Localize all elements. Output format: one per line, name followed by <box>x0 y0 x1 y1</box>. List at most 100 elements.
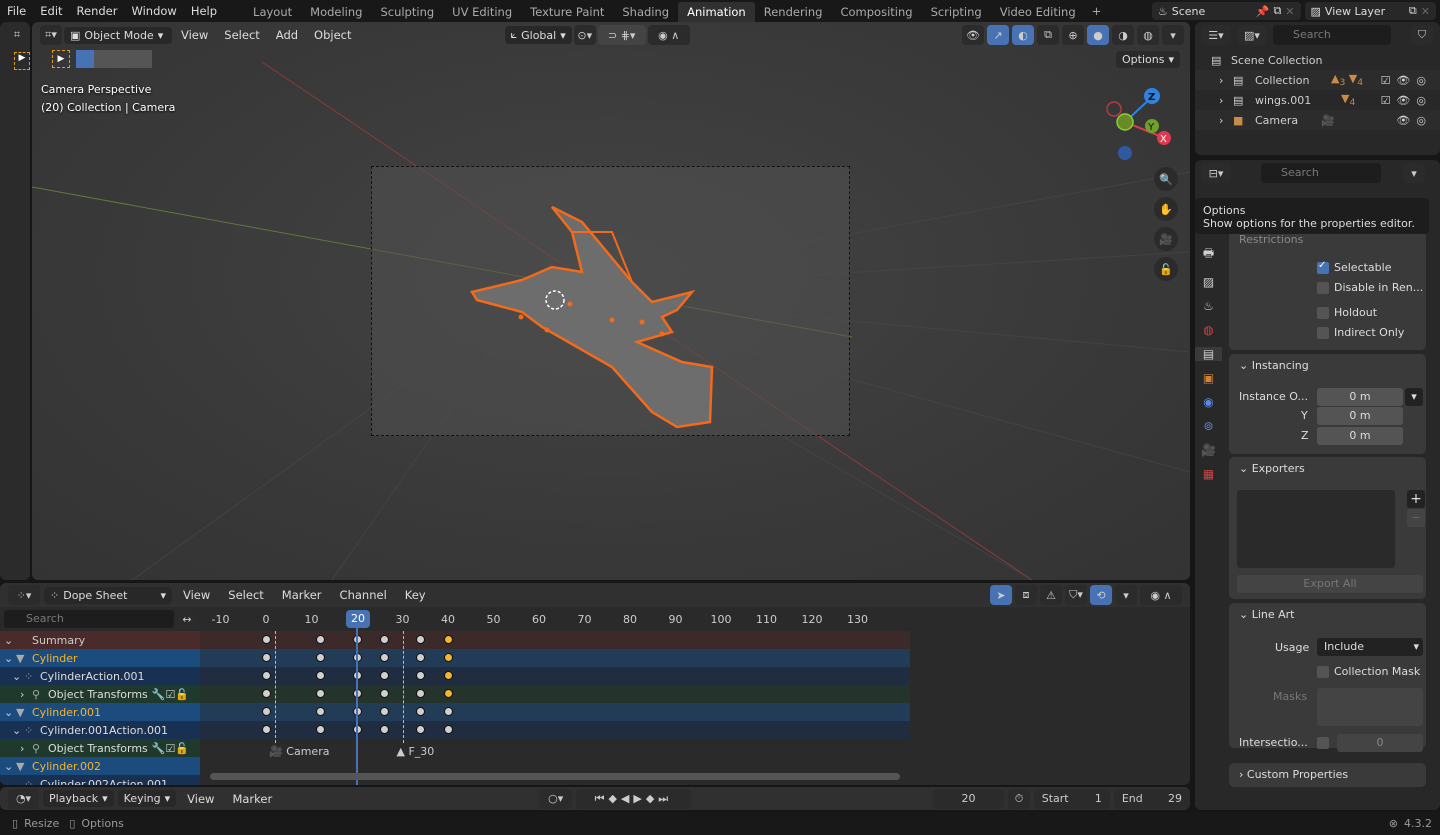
mode-selector[interactable]: ▣ Object Mode ▾ <box>64 26 172 44</box>
physics-tab-icon[interactable]: ◉ <box>1203 395 1213 409</box>
select-tool-icon[interactable]: ▶ <box>14 52 30 70</box>
camera-data-tab-icon[interactable]: 🎥 <box>1201 443 1216 457</box>
output-tab-icon[interactable]: 🖶 <box>1203 244 1214 265</box>
keyframe[interactable] <box>379 689 389 698</box>
visibility-toggles[interactable]: ☑👁◎ <box>1381 94 1440 107</box>
tab-sculpting[interactable]: Sculpting <box>371 2 443 22</box>
tab-modeling[interactable]: Modeling <box>301 2 371 22</box>
scene-selector[interactable]: ♨ Scene 📌 ⧉ ✕ <box>1151 2 1301 20</box>
intersection-checkbox[interactable] <box>1317 737 1329 749</box>
select-tool-icon[interactable]: ▶ <box>52 50 70 68</box>
3d-viewport[interactable]: ⌗▾ ▣ Object Mode ▾ View Select Add Object … <box>32 22 1190 580</box>
keyframe[interactable] <box>379 725 389 734</box>
chevron-down-icon[interactable]: ⌄ <box>12 724 24 737</box>
line-art-panel-header[interactable]: ⌄ Line Art <box>1239 608 1295 621</box>
keying-menu[interactable]: Keying ▾ <box>117 790 177 807</box>
menu-view[interactable]: View <box>174 28 215 42</box>
export-all-button[interactable]: Export All <box>1237 575 1423 593</box>
options-dropdown-icon[interactable]: ▾ <box>1403 163 1425 183</box>
add-exporter-button[interactable]: + <box>1407 490 1425 508</box>
collection-tab-icon[interactable]: ▤ <box>1195 347 1222 361</box>
menu-marker[interactable]: Marker <box>225 792 279 806</box>
menu-view[interactable]: View <box>176 588 217 602</box>
keyframe[interactable] <box>261 635 271 644</box>
tab-compositing[interactable]: Compositing <box>831 2 921 22</box>
channel-object[interactable]: ⌄ ▼ Cylinder.001 <box>0 703 200 721</box>
channel-object[interactable]: ⌄ ▼ Cylinder.002 <box>0 757 200 775</box>
menu-window[interactable]: Window <box>124 4 183 18</box>
wireframe-shading-icon[interactable]: ⊕ <box>1062 25 1084 45</box>
view-layer-tab-icon[interactable]: ▨ <box>1203 275 1214 289</box>
object-tab-icon[interactable]: ▣ <box>1203 371 1214 385</box>
channel-action[interactable]: ⌄ ⁘ Cylinder.001Action.001 <box>0 721 200 739</box>
only-selected-icon[interactable]: ➤ <box>990 585 1012 605</box>
playhead[interactable] <box>356 627 358 785</box>
modifier-wrench-icon[interactable]: 🔧☑🔓 <box>152 688 189 701</box>
keyframe[interactable] <box>261 725 271 734</box>
snap-icon[interactable]: ⊃ ⋕▾ <box>597 25 646 45</box>
tab-layout[interactable]: Layout <box>244 2 301 22</box>
start-frame-field[interactable]: Start 1 <box>1033 788 1110 809</box>
instance-offset-z-field[interactable]: 0 m <box>1317 427 1403 445</box>
constraints-tab-icon[interactable]: ⊚ <box>1203 419 1213 433</box>
channel-action[interactable]: ⌄ ⁘ Cylinder.002Action.001 <box>0 775 200 785</box>
editor-type-icon[interactable]: ⌗▾ <box>40 25 62 45</box>
outliner-item-collection[interactable]: › ▤ Collection ▲3 ▼4 ☑👁◎ <box>1195 70 1440 90</box>
chevron-down-icon[interactable]: ▾ <box>1405 388 1423 406</box>
chevron-down-icon[interactable]: ▾ <box>1162 25 1184 45</box>
chevron-down-icon[interactable]: ⌄ <box>4 706 16 719</box>
chevron-down-icon[interactable]: ⌄ <box>4 652 16 665</box>
keyframe[interactable] <box>379 653 389 662</box>
tab-video-editing[interactable]: Video Editing <box>991 2 1085 22</box>
horizontal-scrollbar[interactable] <box>210 773 900 780</box>
outliner-item-wings[interactable]: › ▤ wings.001 ▼4 ☑👁◎ <box>1195 90 1440 110</box>
outliner-scene-collection[interactable]: ▤ Scene Collection <box>1195 50 1440 70</box>
chevron-right-icon[interactable]: › <box>20 688 32 701</box>
keyframe[interactable] <box>443 653 453 662</box>
chevron-down-icon[interactable]: ⌄ <box>4 760 16 773</box>
chevron-right-icon[interactable]: › <box>20 742 32 755</box>
keyframe[interactable] <box>443 725 453 734</box>
collection-mask-checkbox[interactable] <box>1317 666 1329 678</box>
view-layer-selector[interactable]: ▨ View Layer ⧉ ✕ <box>1304 2 1436 20</box>
xray-icon[interactable]: ⧉ <box>1037 25 1059 45</box>
menu-render[interactable]: Render <box>70 4 125 18</box>
filter-icon[interactable]: ⛉▾ <box>1065 585 1087 605</box>
channel-search-input[interactable]: Search <box>4 610 174 628</box>
add-workspace-button[interactable]: + <box>1085 4 1109 18</box>
new-scene-icon[interactable]: ⧉ <box>1273 4 1281 18</box>
marker[interactable]: 🎥 Camera <box>269 745 329 758</box>
editor-type-icon[interactable]: ⁘▾ <box>8 585 40 605</box>
chevron-down-icon[interactable]: ⌄ <box>12 778 24 786</box>
close-icon[interactable]: ✕ <box>1421 5 1430 18</box>
camera-view-icon[interactable]: 🎥 <box>1154 227 1178 251</box>
menu-key[interactable]: Key <box>398 588 433 602</box>
navigation-gizmo[interactable]: Z YX <box>1100 84 1180 164</box>
pivot-icon[interactable]: ⊙▾ <box>573 25 596 45</box>
indirect-only-checkbox[interactable] <box>1317 327 1329 339</box>
visibility-toggles[interactable]: ☑👁◎ <box>1381 74 1440 87</box>
keyframe[interactable] <box>261 707 271 716</box>
select-modes-icon[interactable] <box>94 50 152 68</box>
pan-hand-icon[interactable]: ✋ <box>1154 197 1178 221</box>
channel-group[interactable]: › ⚲ Object Transforms 🔧☑🔓 <box>0 739 200 757</box>
disable-in-renders-checkbox[interactable] <box>1317 282 1329 294</box>
pin-icon[interactable]: 📌 <box>1256 5 1270 18</box>
keyframe[interactable] <box>443 671 453 680</box>
display-mode-icon[interactable]: ☰▾ <box>1201 25 1231 45</box>
menu-object[interactable]: Object <box>307 28 358 42</box>
playback-menu[interactable]: Playback ▾ <box>43 790 114 807</box>
current-frame-indicator[interactable]: 20 <box>346 610 370 628</box>
overlays-icon[interactable]: ◐ <box>1012 25 1034 45</box>
playback-controls[interactable]: ⏮◆◀▶◆⏭ <box>576 788 691 809</box>
auto-snap-icon[interactable]: ⟲ <box>1090 585 1112 605</box>
airplane-model[interactable] <box>462 192 732 432</box>
view-layer-icon[interactable]: ▨▾ <box>1237 25 1267 45</box>
selectable-checkbox[interactable]: ✓ <box>1317 260 1329 274</box>
outliner-item-camera[interactable]: › ■ Camera 🎥 👁◎ <box>1195 110 1440 130</box>
menu-help[interactable]: Help <box>184 4 224 18</box>
close-icon[interactable]: ✕ <box>1285 5 1294 18</box>
zoom-icon[interactable]: 🔍 <box>1154 167 1178 191</box>
remove-exporter-button[interactable]: − <box>1407 509 1425 527</box>
world-tab-icon[interactable]: ◍ <box>1203 323 1213 337</box>
